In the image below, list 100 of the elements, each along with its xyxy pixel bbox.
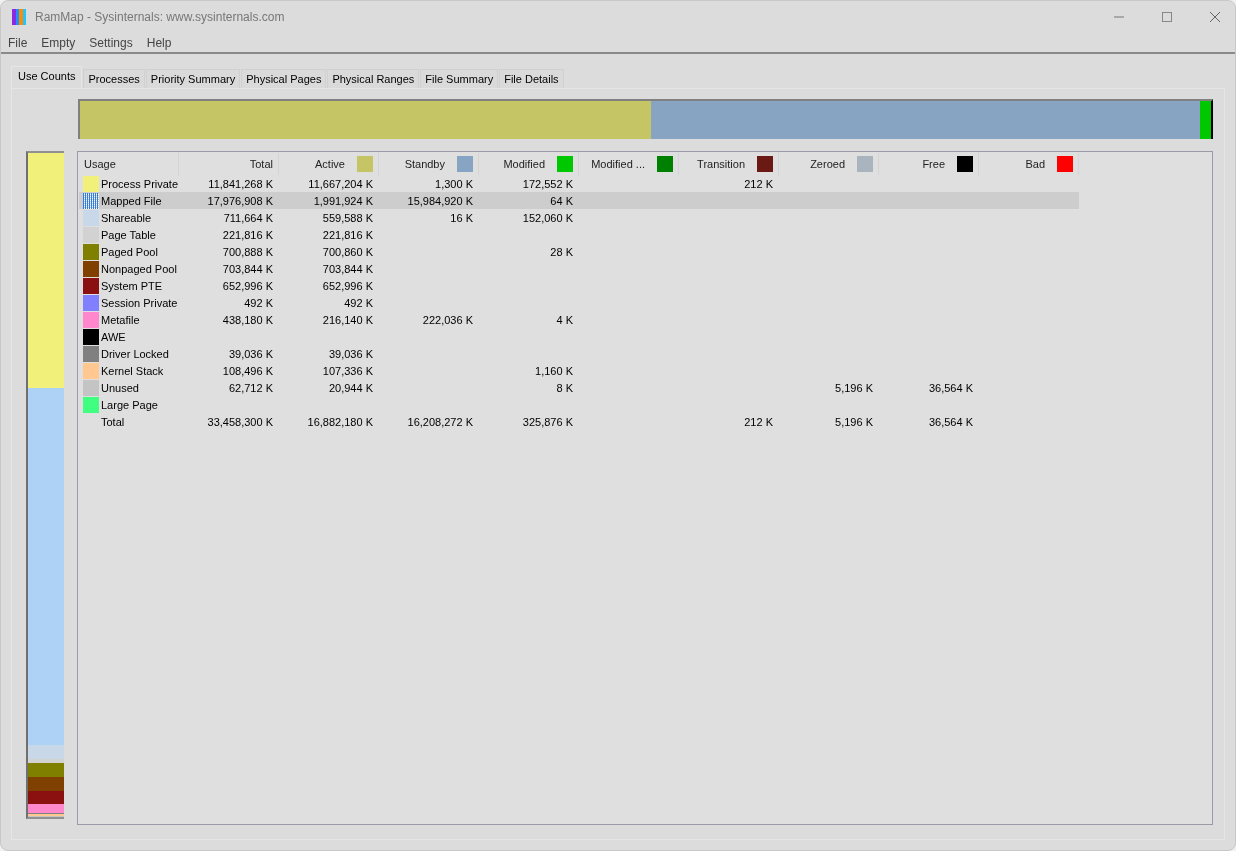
table-cell: 700,888 K	[222, 245, 273, 258]
table-cell: 438,180 K	[222, 313, 273, 326]
table-cell: 212 K	[744, 177, 773, 190]
row-label: Shareable	[101, 211, 152, 224]
column-header[interactable]: Modified ...	[579, 153, 679, 175]
table-row[interactable]: Total 33,458,300 K 16,882,180 K 16,208,272 K 325,876 K 212 K 5,196 K 36,564 K	[79, 413, 1079, 430]
tab[interactable]: Physical Pages	[241, 69, 327, 88]
tab[interactable]: Processes	[83, 69, 145, 88]
table-row[interactable]: AWE	[79, 328, 1079, 345]
table-row[interactable]: Kernel Stack 108,496 K 107,336 K 1,160 K	[79, 362, 1079, 379]
menu-item[interactable]: Settings	[88, 35, 140, 50]
table-row[interactable]: Driver Locked 39,036 K 39,036 K	[79, 345, 1079, 362]
table-cell: 39,036 K	[328, 347, 373, 360]
row-label: Total	[101, 415, 125, 428]
table-row[interactable]: Mapped File 17,976,908 K 1,991,924 K 15,984,920 K 64 K	[79, 192, 1079, 209]
menu-item[interactable]: Empty	[40, 35, 83, 50]
table-cell: 703,844 K	[222, 262, 273, 275]
row-label: Driver Locked	[101, 347, 169, 360]
window-title: RamMap - Sysinternals: www.sysinternals.com	[35, 10, 285, 24]
column-header[interactable]: Usage	[79, 153, 179, 175]
table-cell: 4 K	[556, 313, 573, 326]
row-label: Unused	[101, 381, 139, 394]
row-label: Session Private	[101, 296, 178, 309]
table-row[interactable]: Nonpaged Pool 703,844 K 703,844 K	[79, 260, 1079, 277]
table-cell: 652,996 K	[222, 279, 273, 292]
table-cell: 108,496 K	[222, 364, 273, 377]
table-cell: 325,876 K	[522, 415, 573, 428]
table-cell: 107,336 K	[322, 364, 373, 377]
table-row[interactable]: Paged Pool 700,888 K 700,860 K 28 K	[79, 243, 1079, 260]
row-label: Metafile	[101, 313, 140, 326]
table-cell: 703,844 K	[322, 262, 373, 275]
column-header[interactable]: Bad	[979, 153, 1079, 175]
table-cell: 5,196 K	[835, 415, 873, 428]
table-cell: 152,060 K	[522, 211, 573, 224]
row-label: Process Private	[101, 177, 179, 190]
row-label: Large Page	[101, 398, 158, 411]
table-cell: 221,816 K	[222, 228, 273, 241]
table-cell: 700,860 K	[322, 245, 373, 258]
column-header[interactable]: Free	[879, 153, 979, 175]
tab[interactable]: File Summary	[420, 69, 499, 88]
table-row[interactable]: System PTE 652,996 K 652,996 K	[79, 277, 1079, 294]
table-cell: 212 K	[744, 415, 773, 428]
table-row[interactable]: Process Private 11,841,268 K 11,667,204 K 1,300 K 172,552 K 212 K	[79, 175, 1079, 192]
table-cell: 20,944 K	[328, 381, 373, 394]
table-cell: 36,564 K	[928, 415, 973, 428]
table-row[interactable]: Unused 62,712 K 20,944 K 8 K 5,196 K 36,564 K	[79, 379, 1079, 396]
table-cell: 492 K	[244, 296, 273, 309]
row-label: Nonpaged Pool	[101, 262, 177, 275]
table-cell: 16 K	[450, 211, 473, 224]
table-cell: 221,816 K	[322, 228, 373, 241]
table-cell: 17,976,908 K	[207, 194, 273, 207]
table-cell: 16,208,272 K	[407, 415, 473, 428]
row-label: AWE	[101, 330, 126, 343]
column-header[interactable]: Transition	[679, 153, 779, 175]
close-icon[interactable]	[1209, 11, 1221, 23]
column-header[interactable]: Standby	[379, 153, 479, 175]
table-cell: 222,036 K	[422, 313, 473, 326]
table-cell: 28 K	[550, 245, 573, 258]
table-cell: 492 K	[344, 296, 373, 309]
table-cell: 1,300 K	[435, 177, 473, 190]
table-cell: 1,160 K	[535, 364, 573, 377]
table-cell: 172,552 K	[522, 177, 573, 190]
table-cell: 39,036 K	[228, 347, 273, 360]
table-cell: 15,984,920 K	[407, 194, 473, 207]
row-label: Page Table	[101, 228, 156, 241]
maximize-icon[interactable]	[1161, 11, 1173, 23]
tab[interactable]: Use Counts	[11, 66, 83, 88]
table-row[interactable]: Large Page	[79, 396, 1079, 413]
table-cell: 559,588 K	[322, 211, 373, 224]
tab[interactable]: Priority Summary	[145, 69, 241, 88]
table-cell: 652,996 K	[322, 279, 373, 292]
app-logo-icon	[12, 9, 26, 25]
table-cell: 36,564 K	[928, 381, 973, 394]
table-cell: 216,140 K	[322, 313, 373, 326]
row-label: Paged Pool	[101, 245, 158, 258]
row-label: Kernel Stack	[101, 364, 164, 377]
column-header[interactable]: Zeroed	[779, 153, 879, 175]
column-header[interactable]: Total	[179, 153, 279, 175]
menu-item[interactable]: File	[7, 35, 35, 50]
menu-item[interactable]: Help	[145, 35, 179, 50]
column-header[interactable]: Active	[279, 153, 379, 175]
table-cell: 11,841,268 K	[208, 177, 273, 190]
table-row[interactable]: Session Private 492 K 492 K	[79, 294, 1079, 311]
table-cell: 8 K	[556, 381, 573, 394]
table-cell: 11,667,204 K	[308, 177, 373, 190]
table-cell: 33,458,300 K	[207, 415, 273, 428]
table-cell: 64 K	[550, 194, 573, 207]
table-row[interactable]: Page Table 221,816 K 221,816 K	[79, 226, 1079, 243]
tab[interactable]: File Details	[499, 69, 564, 88]
table-row[interactable]: Metafile 438,180 K 216,140 K 222,036 K 4 K	[79, 311, 1079, 328]
table-cell: 62,712 K	[228, 381, 273, 394]
table-row[interactable]: Shareable 711,664 K 559,588 K 16 K 152,060 K	[79, 209, 1079, 226]
row-label: System PTE	[101, 279, 163, 292]
tab[interactable]: Physical Ranges	[327, 69, 420, 88]
table-cell: 16,882,180 K	[307, 415, 373, 428]
column-header[interactable]: Modified	[479, 153, 579, 175]
row-label: Mapped File	[101, 194, 162, 207]
table-cell: 711,664 K	[223, 211, 273, 224]
table-cell: 5,196 K	[835, 381, 873, 394]
table-cell: 1,991,924 K	[313, 194, 373, 207]
